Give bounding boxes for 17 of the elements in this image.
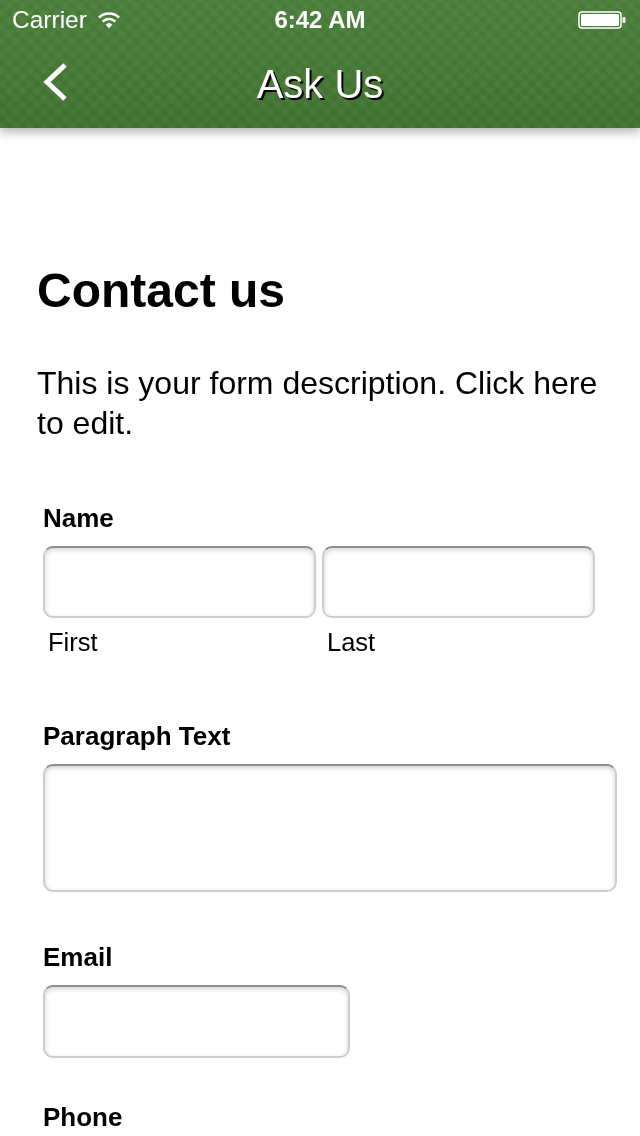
battery-icon bbox=[578, 11, 626, 29]
text-field[interactable] bbox=[43, 985, 350, 1058]
text-field[interactable] bbox=[322, 546, 595, 618]
field-sublabel: First bbox=[47, 627, 98, 657]
status-time: 6:42 AM bbox=[274, 6, 366, 34]
field-label: Name bbox=[43, 503, 115, 533]
form-description: This is your form description. Click here to edit. bbox=[37, 364, 599, 443]
form-title: Contact us bbox=[37, 263, 286, 319]
screen-title: Ask Us bbox=[256, 61, 384, 107]
field-label: Paragraph Text bbox=[43, 721, 232, 751]
field-sublabel: Last bbox=[326, 627, 376, 657]
back-chevron-icon bbox=[42, 62, 68, 102]
field-label: Email bbox=[43, 942, 114, 972]
text-field[interactable] bbox=[43, 546, 316, 618]
carrier-name: Carrier bbox=[12, 6, 87, 34]
field-label: Phone bbox=[43, 1102, 124, 1132]
wifi-icon bbox=[96, 11, 121, 29]
